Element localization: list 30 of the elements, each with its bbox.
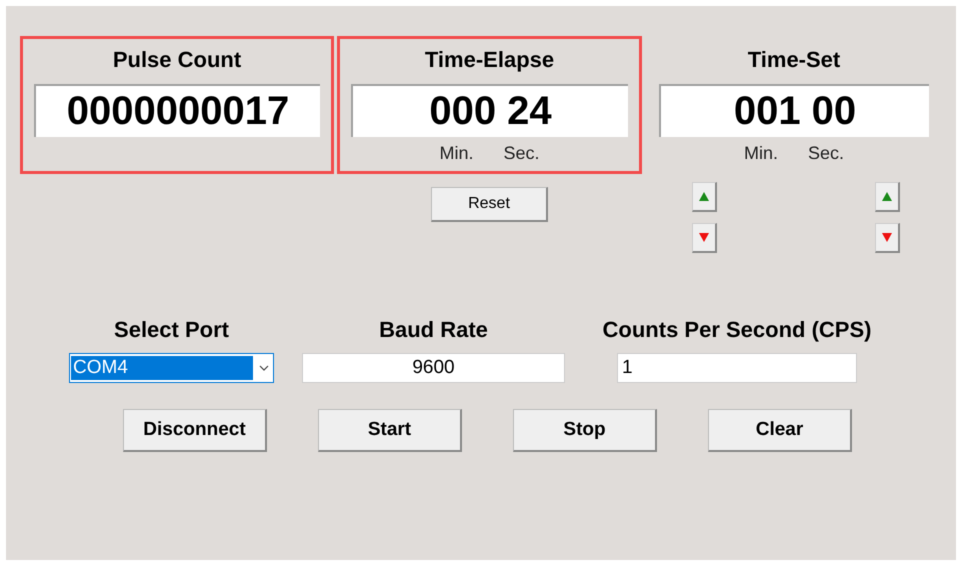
decrease-button[interactable]	[875, 223, 900, 253]
action-button[interactable]: Start	[318, 409, 462, 452]
display-title: Time-Elapse	[424, 47, 554, 73]
unit-label: Sec.	[808, 143, 844, 164]
down-arrow-icon	[882, 233, 892, 242]
increase-button[interactable]	[875, 182, 900, 212]
input-field[interactable]: 1	[617, 353, 857, 383]
port-dropdown[interactable]: COM4	[69, 353, 274, 383]
display-value: 0000000017	[34, 84, 320, 137]
display-value: 001 00	[659, 84, 929, 137]
up-arrow-icon	[699, 192, 709, 201]
display-title: Time-Set	[748, 47, 840, 73]
field-label: Select Port	[114, 317, 229, 343]
field-label: Counts Per Second (CPS)	[602, 317, 872, 343]
unit-label: Sec.	[503, 143, 540, 164]
reset-button[interactable]: Reset	[431, 187, 548, 222]
field-label: Baud Rate	[379, 317, 488, 343]
chevron-icon	[259, 365, 269, 371]
action-button[interactable]: Clear	[708, 409, 852, 452]
unit-label: Min.	[744, 143, 778, 164]
up-arrow-icon	[882, 192, 892, 201]
action-button[interactable]: Stop	[513, 409, 657, 452]
display-value: 000 24	[351, 84, 628, 137]
down-arrow-icon	[699, 233, 709, 242]
input-field[interactable]: 9600	[302, 353, 565, 383]
display-title: Pulse Count	[112, 47, 242, 73]
action-button[interactable]: Disconnect	[123, 409, 267, 452]
increase-button[interactable]	[692, 182, 717, 212]
unit-label: Min.	[439, 143, 474, 164]
decrease-button[interactable]	[692, 223, 717, 253]
